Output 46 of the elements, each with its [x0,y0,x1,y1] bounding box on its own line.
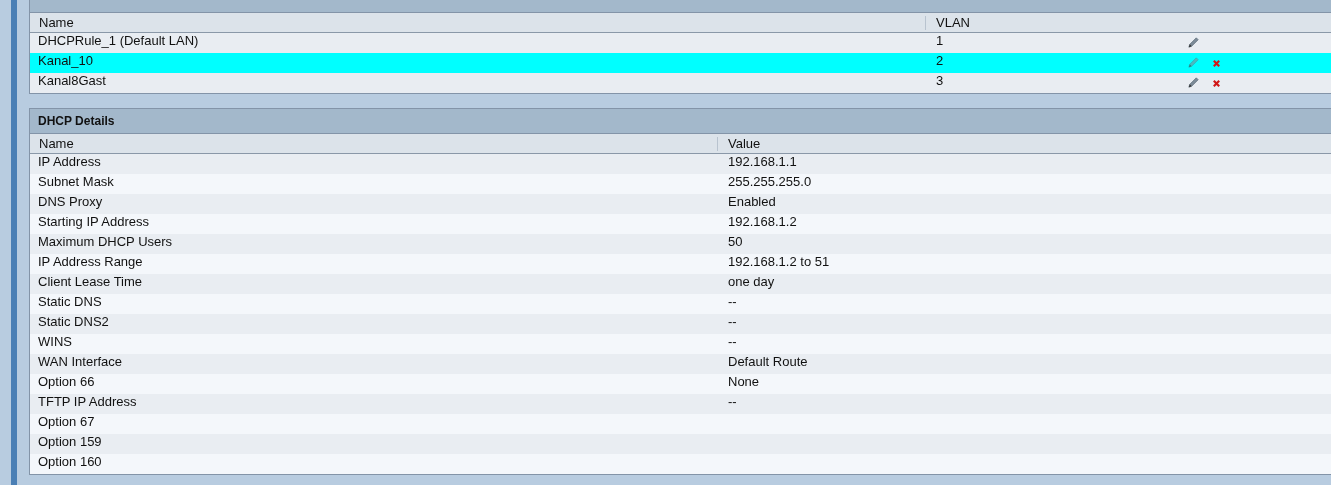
pencil-icon[interactable] [1187,76,1200,89]
table-cell-text: Option 159 [37,434,103,450]
table-cell-text: -- [727,394,738,410]
table-cell-text: 1 [935,33,945,49]
table-cell-text: 3 [935,73,945,89]
column-header[interactable]: VLAN [925,15,1176,30]
table-cell-text: IP Address [37,154,102,170]
table-cell-text: Maximum DHCP Users [37,234,174,250]
table-cell-text: Subnet Mask [37,174,115,190]
pencil-icon[interactable] [1187,36,1200,49]
table-cell-text: one day [727,274,776,290]
table-row[interactable]: Kanal8Gast 3 [30,73,1331,93]
table-cell-text: Option 66 [37,374,96,390]
table-cell-text: 255.255.255.0 [727,174,813,190]
table-cell-text: 2 [935,53,945,69]
table-cell-text: DHCPRule_1 (Default LAN) [37,33,200,49]
column-header[interactable]: Value [717,136,1331,151]
table-cell-text: 192.168.1.1 [727,154,798,170]
table-cell-text: Kanal8Gast [37,73,107,89]
panel-title: DHCP Details [38,114,115,128]
table-cell-text: Enabled [727,194,777,210]
table-cell-text: Option 67 [37,414,96,430]
table-cell-text: DNS Proxy [37,194,104,210]
table-cell-text: -- [727,294,738,310]
column-header[interactable]: Name [30,15,925,30]
table-cell-text: None [727,374,761,390]
table-cell-text: Static DNS2 [37,314,110,330]
table-cell-text: 50 [727,234,744,250]
table-cell-text: Option 160 [37,454,103,470]
table-cell-text: 192.168.1.2 [727,214,798,230]
table-row[interactable]: Kanal_10 2 [30,53,1331,73]
table-cell-text: -- [727,334,738,350]
table-cell-text: Default Route [727,354,809,370]
table-cell-text: 192.168.1.2 to 51 [727,254,831,270]
table-cell-text: Static DNS [37,294,103,310]
pencil-icon[interactable] [1187,56,1200,69]
column-header[interactable]: Name [30,136,717,151]
table-cell-text: WAN Interface [37,354,124,370]
table-cell-text: Client Lease Time [37,274,144,290]
table-cell-text: WINS [37,334,73,350]
table-cell-text: TFTP IP Address [37,394,138,410]
table-row[interactable]: DHCPRule_1 (Default LAN) 1 [30,33,1331,53]
table-cell-text: -- [727,314,738,330]
table-cell-text: Starting IP Address [37,214,151,230]
table-cell-text: IP Address Range [37,254,144,270]
table-cell-text: Kanal_10 [37,53,94,69]
